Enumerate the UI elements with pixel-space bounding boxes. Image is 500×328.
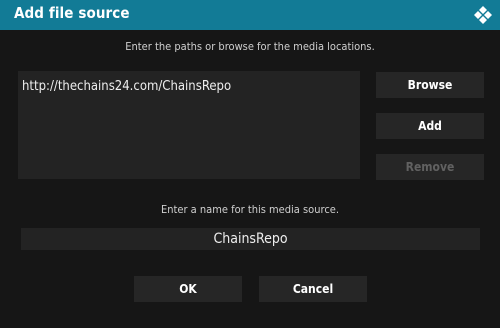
remove-button[interactable]: Remove — [376, 154, 484, 180]
dialog-title-bar: Add file source — [0, 0, 500, 30]
add-button[interactable]: Add — [376, 113, 484, 139]
ok-button[interactable]: OK — [134, 276, 242, 302]
kodi-logo-icon — [474, 6, 492, 24]
name-hint: Enter a name for this media source. — [160, 203, 339, 216]
paths-list[interactable]: http://thechains24.com/ChainsRepo — [18, 71, 360, 179]
source-name-input[interactable]: ChainsRepo — [21, 228, 480, 250]
path-list-item[interactable]: http://thechains24.com/ChainsRepo — [22, 79, 231, 94]
cancel-button[interactable]: Cancel — [259, 276, 367, 302]
paths-hint: Enter the paths or browse for the media … — [125, 40, 375, 53]
browse-button[interactable]: Browse — [376, 72, 484, 98]
dialog-title: Add file source — [14, 4, 130, 22]
